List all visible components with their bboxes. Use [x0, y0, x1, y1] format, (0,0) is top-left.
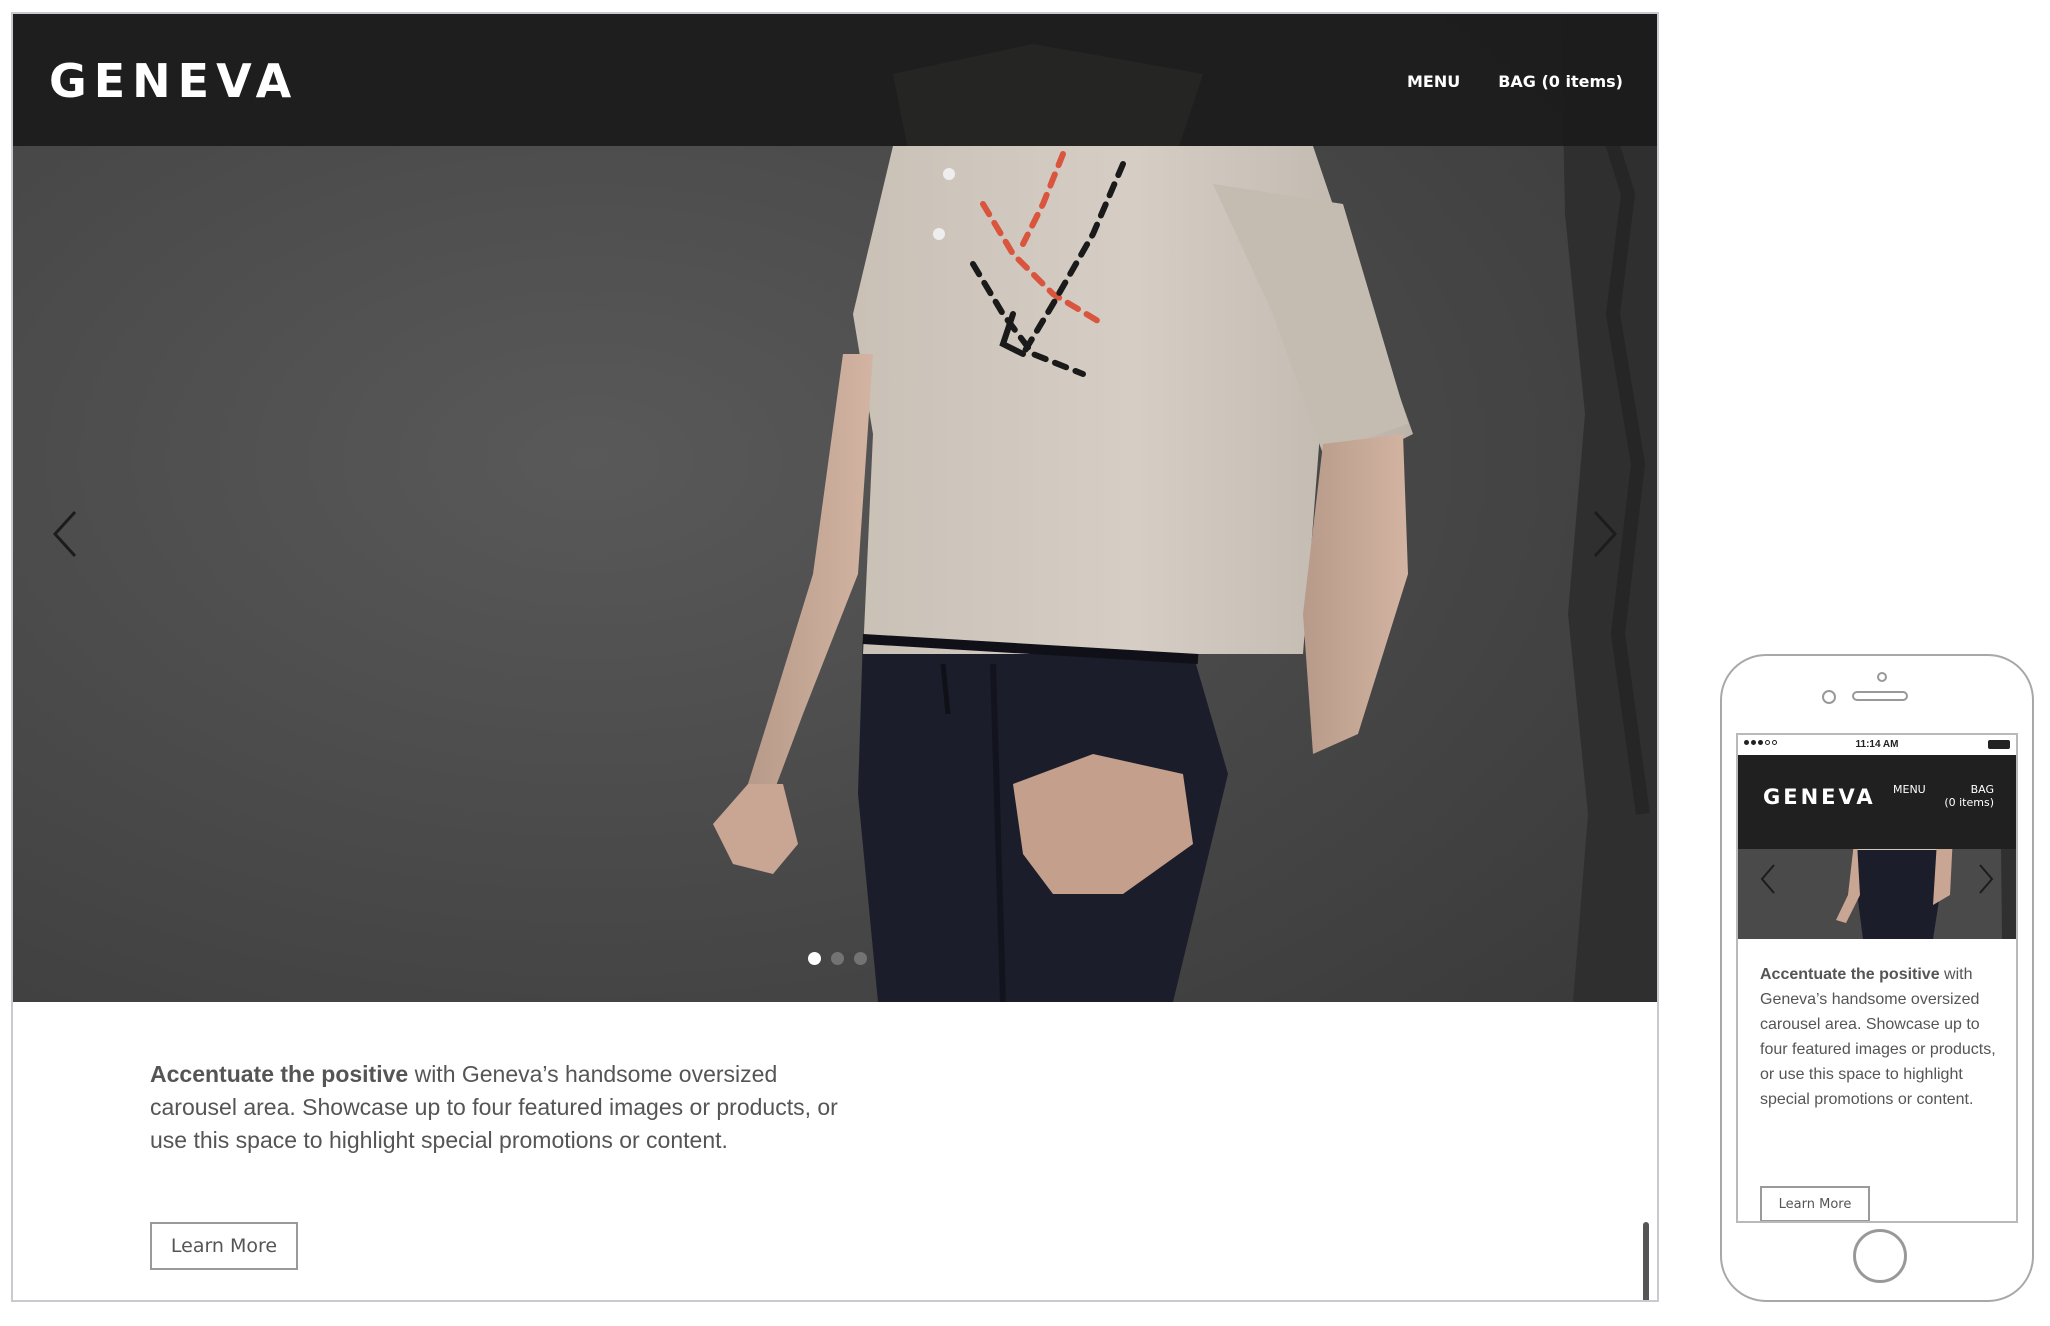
battery-icon [1988, 740, 2010, 749]
carousel-next-arrow-icon[interactable] [1585, 504, 1625, 564]
hero-description-bold: Accentuate the positive [150, 1061, 409, 1087]
phone-bag-label: BAG [1970, 783, 1994, 796]
phone-hero-description-text: with Geneva’s handsome oversized carouse… [1760, 966, 1996, 1108]
phone-learn-more-button[interactable]: Learn More [1760, 1186, 1870, 1221]
phone-status-bar: 11:14 AM [1738, 735, 2016, 755]
hero-carousel: GENEVA MENU BAG (0 items) [13, 14, 1657, 1002]
phone-mockup: 11:14 AM GENEVA MENU BAG (0 items) Accen… [1720, 654, 2034, 1302]
phone-screen: 11:14 AM GENEVA MENU BAG (0 items) Accen… [1736, 733, 2018, 1223]
phone-camera [1822, 690, 1836, 704]
phone-bag-count: (0 items) [1944, 796, 1994, 809]
carousel-dot-2[interactable] [831, 952, 844, 965]
hero-photo [13, 14, 1657, 1002]
learn-more-button[interactable]: Learn More [150, 1222, 298, 1270]
phone-site-header: GENEVA MENU BAG (0 items) [1738, 755, 2016, 849]
phone-home-button[interactable] [1853, 1229, 1907, 1283]
bag-link[interactable]: BAG (0 items) [1498, 72, 1623, 91]
header-nav: MENU BAG (0 items) [1407, 72, 1623, 91]
phone-carousel-next-arrow-icon[interactable] [1976, 862, 1996, 896]
carousel-dot-3[interactable] [854, 952, 867, 965]
phone-sensor [1877, 672, 1887, 682]
phone-hero-description-bold: Accentuate the positive [1760, 966, 1940, 983]
status-time: 11:14 AM [1855, 739, 1899, 750]
phone-hero-description: Accentuate the positive with Geneva’s ha… [1760, 962, 2000, 1112]
desktop-mockup: GENEVA MENU BAG (0 items) Accentuate the… [11, 12, 1659, 1302]
site-header: GENEVA MENU BAG (0 items) [13, 14, 1657, 146]
site-logo[interactable]: GENEVA [49, 54, 298, 108]
scrollbar[interactable] [1643, 1222, 1649, 1300]
phone-carousel-prev-arrow-icon[interactable] [1758, 862, 1778, 896]
menu-link[interactable]: MENU [1407, 72, 1460, 91]
phone-speaker [1852, 691, 1908, 701]
phone-bag-link[interactable]: BAG (0 items) [1924, 783, 1994, 809]
carousel-prev-arrow-icon[interactable] [45, 504, 85, 564]
phone-menu-link[interactable]: MENU [1893, 783, 1926, 796]
carousel-dots [808, 952, 867, 965]
carousel-dot-1[interactable] [808, 952, 821, 965]
hero-description: Accentuate the positive with Geneva’s ha… [150, 1058, 850, 1157]
phone-site-logo[interactable]: GENEVA [1763, 785, 1876, 809]
